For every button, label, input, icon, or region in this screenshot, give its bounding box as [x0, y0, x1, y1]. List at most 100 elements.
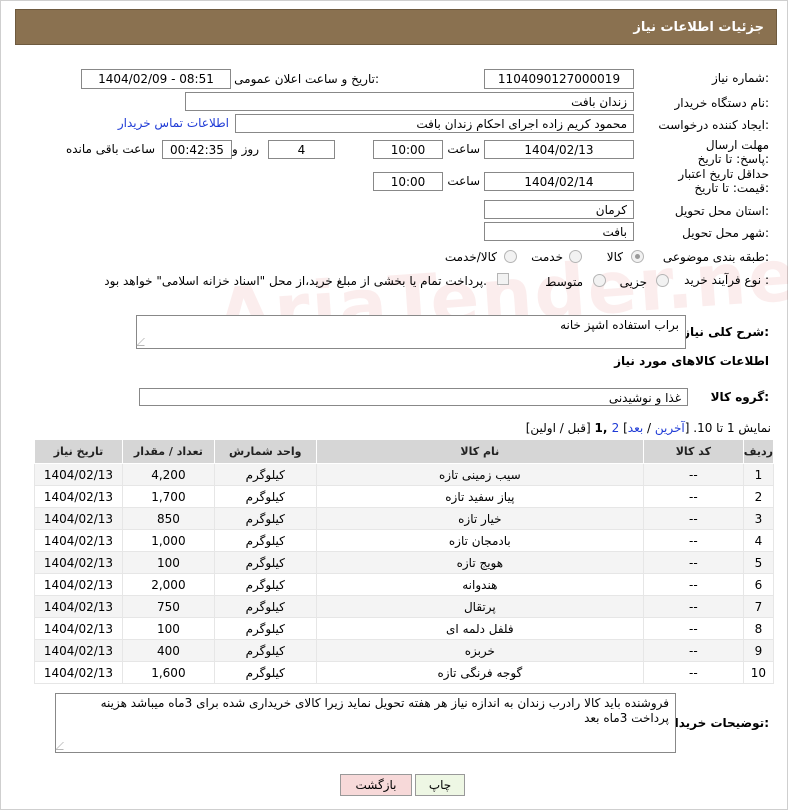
cell-quantity: 850: [121, 507, 215, 530]
need-number-field[interactable]: 1104090127000019: [484, 69, 634, 89]
cell-need-date: 1404/02/13: [34, 595, 123, 618]
process-option-minor: جزیی: [619, 275, 647, 289]
remaining-time-field[interactable]: 00:42:35: [162, 140, 232, 159]
cell-item-name: فلفل دلمه ای: [315, 617, 644, 640]
cell-row-number: 10: [742, 661, 775, 684]
cell-unit: کیلوگرم: [213, 485, 317, 508]
pagination-last-link[interactable]: آخرین: [655, 421, 685, 435]
page-header: جزئیات اطلاعات نیاز: [15, 9, 777, 45]
remaining-label: ساعت باقی مانده: [65, 142, 155, 156]
treasury-payment-checkbox[interactable]: [497, 273, 509, 285]
cell-unit: کیلوگرم: [213, 463, 317, 486]
table-row: 10 -- گوجه فرنگی تازه کیلوگرم 1,600 1404/02/1…: [34, 661, 775, 684]
back-button[interactable]: بازگشت: [340, 774, 412, 796]
cell-unit: کیلوگرم: [213, 661, 317, 684]
buyer-notes-field[interactable]: فروشنده باید کالا رادرب زندان به اندازه …: [55, 693, 676, 753]
process-option-medium: متوسط: [545, 275, 583, 289]
cell-quantity: 100: [121, 617, 215, 640]
cell-unit: کیلوگرم: [213, 507, 317, 530]
cell-need-date: 1404/02/13: [34, 507, 123, 530]
print-button[interactable]: چاپ: [415, 774, 465, 796]
reply-deadline-label: مهلت ارسال پاسخ: تا تاریخ:: [697, 138, 769, 166]
price-time-field[interactable]: 10:00: [373, 172, 443, 191]
cell-item-code: --: [642, 617, 744, 640]
cell-item-name: خربزه: [315, 639, 644, 662]
cell-item-code: --: [642, 507, 744, 530]
pagination-prefix: نمایش 1 تا 10. [: [684, 421, 771, 435]
cell-unit: کیلوگرم: [213, 551, 317, 574]
province-label: استان محل تحویل:: [674, 204, 769, 218]
cell-need-date: 1404/02/13: [34, 485, 123, 508]
col-row: ردیف: [742, 439, 775, 464]
pagination-suffix: [قبل / اولین]: [525, 421, 595, 435]
cell-need-date: 1404/02/13: [34, 551, 123, 574]
goods-group-label: گروه کالا:: [710, 390, 769, 404]
cell-need-date: 1404/02/13: [34, 573, 123, 596]
need-description-text: براب استفاده اشپز خانه: [560, 318, 679, 332]
creator-field[interactable]: محمود کریم زاده اجرای احکام زندان بافت: [235, 114, 634, 133]
goods-table-header: ردیف کد کالا نام کالا واحد شمارش تعداد /…: [34, 439, 775, 464]
cell-row-number: 2: [742, 485, 775, 508]
cell-unit: کیلوگرم: [213, 529, 317, 552]
category-option-goods-service: کالا/خدمت: [444, 250, 497, 264]
buyer-contact-link[interactable]: اطلاعات تماس خریدار: [118, 116, 229, 130]
cell-item-name: پیاز سفید تازه: [315, 485, 644, 508]
table-row: 7 -- پرتقال کیلوگرم 750 1404/02/13: [34, 595, 775, 618]
cell-unit: کیلوگرم: [213, 639, 317, 662]
days-label: روز و: [232, 142, 259, 156]
cell-item-code: --: [642, 595, 744, 618]
pagination-separator: /: [643, 421, 655, 435]
resize-grip-icon[interactable]: [136, 338, 152, 346]
category-radio-goods[interactable]: [631, 250, 644, 263]
goods-table: ردیف کد کالا نام کالا واحد شمارش تعداد /…: [34, 439, 775, 684]
category-option-goods: کالا: [606, 250, 623, 264]
process-radio-medium[interactable]: [593, 274, 606, 287]
cell-row-number: 4: [742, 529, 775, 552]
province-field[interactable]: کرمان: [484, 200, 634, 219]
cell-item-code: --: [642, 529, 744, 552]
resize-grip-icon[interactable]: [55, 742, 71, 750]
table-row: 1 -- سیب زمینی تازه کیلوگرم 4,200 1404/02/13: [34, 463, 775, 486]
cell-need-date: 1404/02/13: [34, 617, 123, 640]
cell-item-name: هندوانه: [315, 573, 644, 596]
cell-item-name: هویج تازه: [315, 551, 644, 574]
category-label: طبقه بندی موضوعی:: [662, 250, 769, 264]
city-field[interactable]: بافت: [484, 222, 634, 241]
page: AriaTender.neT جزئیات اطلاعات نیاز شماره…: [0, 0, 788, 810]
price-date-field[interactable]: 1404/02/14: [484, 172, 634, 191]
buyer-org-field[interactable]: زندان بافت: [185, 92, 634, 111]
cell-unit: کیلوگرم: [213, 617, 317, 640]
table-row: 2 -- پیاز سفید تازه کیلوگرم 1,700 1404/02/13: [34, 485, 775, 508]
reply-time-field[interactable]: 10:00: [373, 140, 443, 159]
cell-quantity: 100: [121, 551, 215, 574]
cell-item-code: --: [642, 551, 744, 574]
category-radio-service[interactable]: [569, 250, 582, 263]
need-description-field[interactable]: براب استفاده اشپز خانه: [136, 315, 686, 349]
announce-datetime-field[interactable]: 1404/02/09 - 08:51: [81, 69, 231, 89]
pagination-next-link[interactable]: بعد: [628, 421, 643, 435]
process-radio-minor[interactable]: [656, 274, 669, 287]
reply-date-field[interactable]: 1404/02/13: [484, 140, 634, 159]
cell-need-date: 1404/02/13: [34, 639, 123, 662]
pagination-separator-2: ]: [619, 421, 628, 435]
col-code: کد کالا: [642, 439, 744, 464]
days-remaining-field[interactable]: 4: [268, 140, 335, 159]
category-radio-goods-service[interactable]: [504, 250, 517, 263]
goods-group-field[interactable]: غذا و نوشیدنی: [139, 388, 688, 406]
cell-row-number: 7: [742, 595, 775, 618]
buyer-org-label: نام دستگاه خریدار:: [674, 96, 770, 110]
category-option-service: خدمت: [531, 250, 563, 264]
cell-item-code: --: [642, 463, 744, 486]
cell-quantity: 750: [121, 595, 215, 618]
cell-row-number: 9: [742, 639, 775, 662]
cell-need-date: 1404/02/13: [34, 529, 123, 552]
treasury-payment-note: پرداخت تمام یا بخشی از مبلغ خرید،از محل …: [104, 274, 487, 288]
cell-item-name: گوجه فرنگی تازه: [315, 661, 644, 684]
pagination-current-page: ,1: [594, 421, 612, 435]
col-date: تاریخ نیاز: [34, 439, 123, 464]
cell-item-code: --: [642, 639, 744, 662]
col-quantity: تعداد / مقدار: [121, 439, 215, 464]
cell-item-code: --: [642, 661, 744, 684]
cell-row-number: 3: [742, 507, 775, 530]
cell-row-number: 6: [742, 573, 775, 596]
